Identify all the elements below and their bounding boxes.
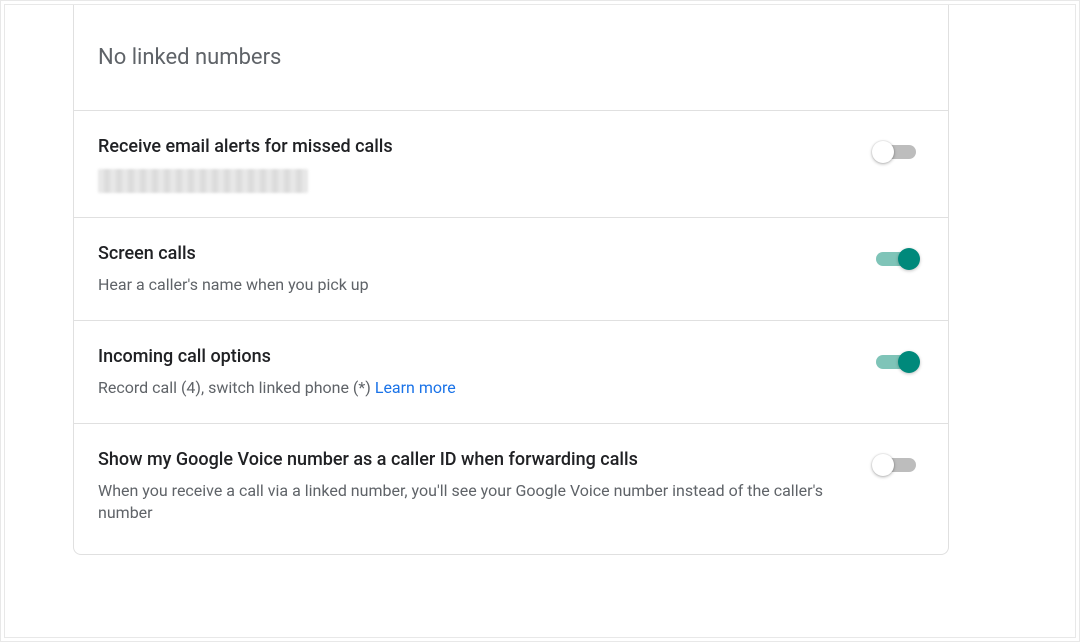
email-alerts-toggle[interactable] (872, 141, 920, 163)
email-alerts-title: Receive email alerts for missed calls (98, 135, 832, 159)
incoming-options-learn-more-link[interactable]: Learn more (375, 378, 456, 397)
caller-id-section: Show my Google Voice number as a caller … (74, 423, 948, 554)
screen-calls-title: Screen calls (98, 242, 832, 266)
caller-id-title: Show my Google Voice number as a caller … (98, 448, 832, 472)
incoming-options-toggle[interactable] (872, 351, 920, 373)
email-alerts-redacted-email (98, 169, 308, 193)
caller-id-desc: When you receive a call via a linked num… (98, 480, 832, 524)
email-alerts-section: Receive email alerts for missed calls (74, 110, 948, 217)
screen-calls-toggle[interactable] (872, 248, 920, 270)
linked-numbers-section: No linked numbers (74, 5, 948, 110)
incoming-options-title: Incoming call options (98, 345, 832, 369)
screen-calls-section: Screen calls Hear a caller's name when y… (74, 217, 948, 320)
incoming-options-desc-text: Record call (4), switch linked phone (*) (98, 378, 375, 397)
caller-id-toggle[interactable] (872, 454, 920, 476)
incoming-options-section: Incoming call options Record call (4), s… (74, 320, 948, 423)
settings-card: No linked numbers Receive email alerts f… (73, 5, 949, 555)
screen-calls-desc: Hear a caller's name when you pick up (98, 274, 832, 296)
linked-numbers-empty-text: No linked numbers (98, 45, 880, 70)
incoming-options-desc: Record call (4), switch linked phone (*)… (98, 377, 832, 399)
